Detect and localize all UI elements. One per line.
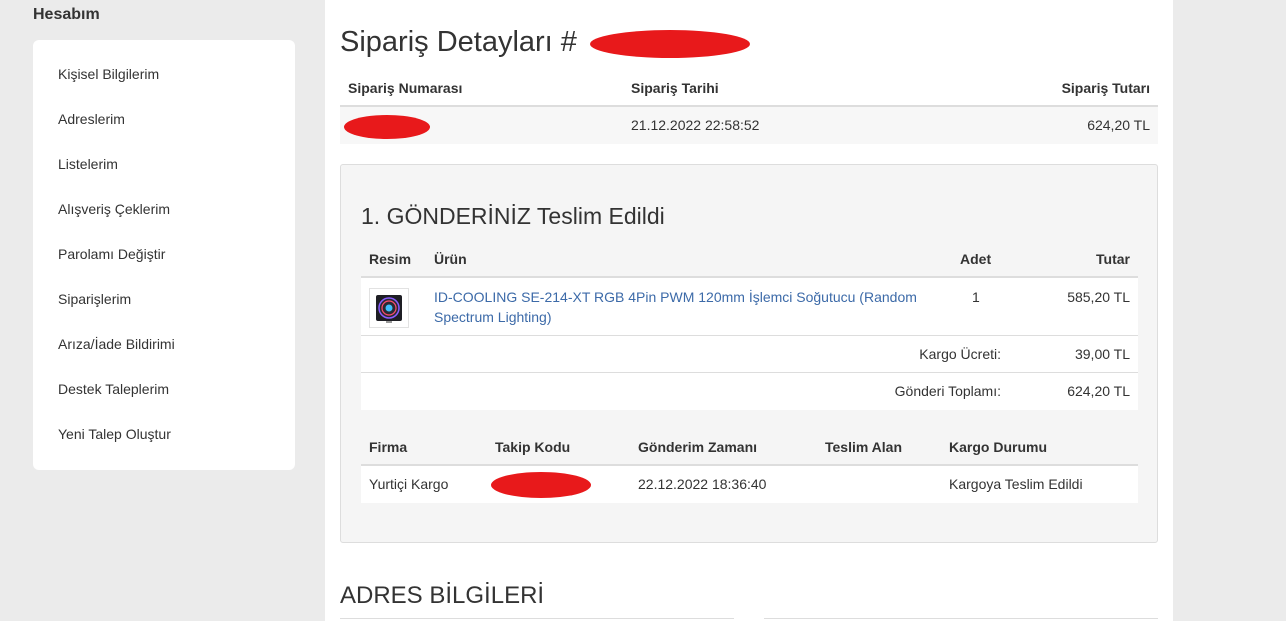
shipment-total-label: Gönderi Toplamı: [894,383,1001,399]
redaction-mark [344,115,430,139]
product-table: Resim Ürün Adet Tutar ID-COOLING SE-214-… [361,241,1138,410]
header-image: Resim [369,251,412,267]
sidebar-item-personal-info[interactable]: Kişisel Bilgilerim [33,52,295,97]
shipment-panel: 1. GÖNDERİNİZ Teslim Edildi Resim Ürün A… [340,164,1158,543]
header-tracking-code: Takip Kodu [495,439,571,455]
order-date: 21.12.2022 22:58:52 [631,117,760,133]
header-amount: Tutar [1096,251,1130,267]
account-sidebar: Kişisel Bilgilerim Adreslerim Listelerim… [33,40,295,470]
shipment-title: 1. GÖNDERİNİZ Teslim Edildi [361,203,665,229]
order-total: 624,20 TL [1087,117,1150,133]
product-table-header: Resim Ürün Adet Tutar [361,241,1138,278]
redaction-mark [590,30,750,58]
cpu-cooler-icon [376,295,402,323]
cargo-fee-value: 39,00 TL [1074,346,1130,362]
header-company: Firma [369,439,408,455]
sidebar-item-change-password[interactable]: Parolamı Değiştir [33,232,295,277]
sidebar-item-lists[interactable]: Listelerim [33,142,295,187]
tracking-table: Firma Takip Kodu Gönderim Zamanı Teslim … [361,429,1138,503]
sidebar-item-return-request[interactable]: Arıza/İade Bildirimi [33,322,295,367]
sidebar-item-gift-vouchers[interactable]: Alışveriş Çeklerim [33,187,295,232]
page-title-text: Sipariş Detayları # [340,26,577,58]
product-name-link[interactable]: ID-COOLING SE-214-XT RGB 4Pin PWM 120mm … [434,287,934,327]
cargo-fee-label: Kargo Ücreti: [919,346,1001,362]
tracking-sent-time: 22.12.2022 18:36:40 [638,476,767,492]
shipment-total-value: 624,20 TL [1067,383,1130,399]
main-content: Sipariş Detayları # Sipariş Numarası Sip… [325,0,1173,621]
header-sent-time: Gönderim Zamanı [638,439,758,455]
product-thumbnail[interactable] [369,288,409,328]
shipment-total-row: Gönderi Toplamı: 624,20 TL [361,373,1138,410]
redaction-mark [491,472,591,498]
tracking-row: Yurtiçi Kargo 22.12.2022 18:36:40 Kargoy… [361,466,1138,503]
header-quantity: Adet [960,251,992,267]
order-summary-row: 21.12.2022 22:58:52 624,20 TL [340,107,1158,144]
cargo-fee-row: Kargo Ücreti: 39,00 TL [361,336,1138,373]
order-summary-table: Sipariş Numarası Sipariş Tarihi Sipariş … [340,70,1158,144]
product-amount: 585,20 TL [1067,289,1130,305]
order-summary-header: Sipariş Numarası Sipariş Tarihi Sipariş … [340,70,1158,107]
product-row: ID-COOLING SE-214-XT RGB 4Pin PWM 120mm … [361,278,1138,336]
page-title: Sipariş Detayları # [340,26,577,59]
tracking-company: Yurtiçi Kargo [369,476,449,492]
product-quantity: 1 [972,289,980,305]
sidebar-item-orders[interactable]: Siparişlerim [33,277,295,322]
tracking-table-header: Firma Takip Kodu Gönderim Zamanı Teslim … [361,429,1138,466]
header-product: Ürün [434,251,467,267]
tracking-status: Kargoya Teslim Edildi [949,476,1083,492]
sidebar-item-new-ticket[interactable]: Yeni Talep Oluştur [33,412,295,457]
address-section-title: ADRES BİLGİLERİ [340,582,545,609]
sidebar-title: Hesabım [33,6,100,23]
header-cargo-status: Kargo Durumu [949,439,1047,455]
header-order-number: Sipariş Numarası [348,80,463,96]
sidebar-item-addresses[interactable]: Adreslerim [33,97,295,142]
sidebar-item-support-tickets[interactable]: Destek Taleplerim [33,367,295,412]
header-receiver: Teslim Alan [825,439,903,455]
header-order-total: Sipariş Tutarı [1061,80,1150,96]
header-order-date: Sipariş Tarihi [631,80,719,96]
